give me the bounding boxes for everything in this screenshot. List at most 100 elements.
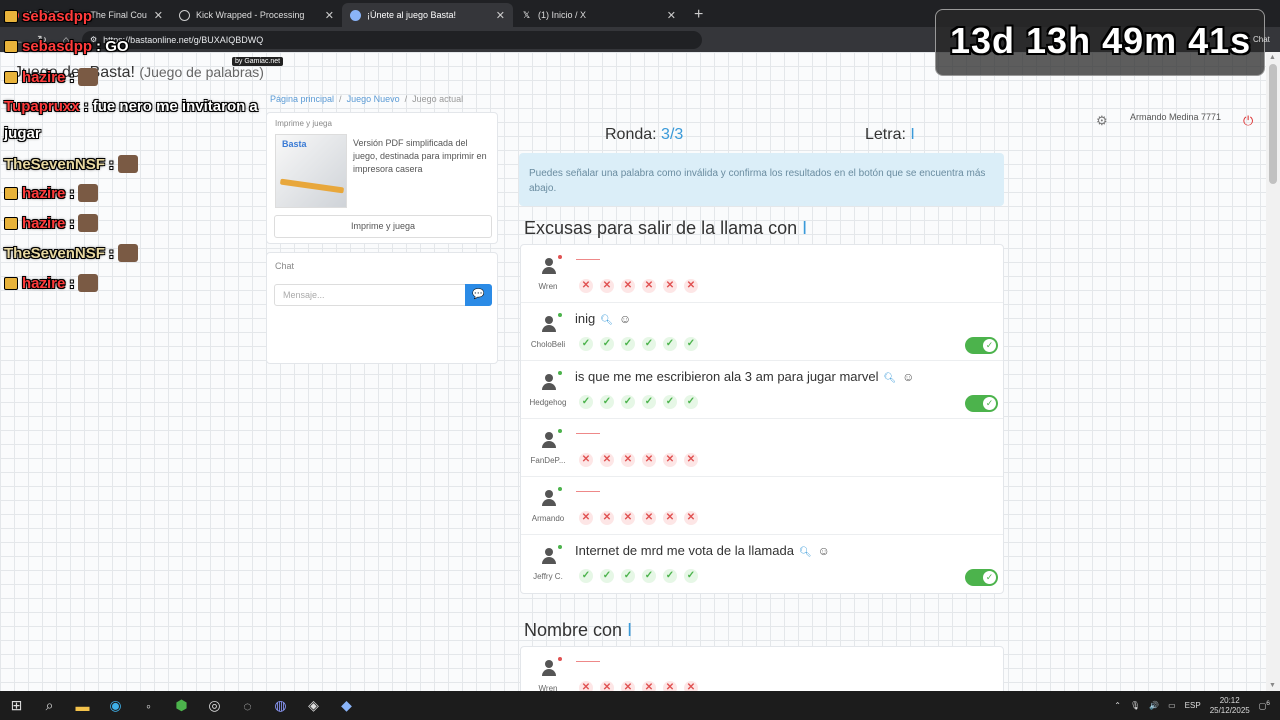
cross-icon[interactable]: ✕	[579, 279, 593, 293]
search-icon[interactable]: 🔍︎	[600, 315, 613, 326]
cross-icon[interactable]: ✕	[663, 681, 677, 691]
check-icon[interactable]: ✓	[579, 569, 593, 583]
app-icon[interactable]: ⬢	[165, 697, 198, 714]
tab-x[interactable]: 𝕏 (1) Inicio / X ✕	[513, 3, 684, 27]
search-icon[interactable]: 🔍︎	[799, 547, 812, 558]
chat-username: jugar	[4, 125, 41, 142]
close-icon[interactable]: ✕	[667, 9, 676, 22]
cross-icon[interactable]: ✕	[621, 511, 635, 525]
print-description: Versión PDF simplificada del juego, dest…	[353, 138, 487, 174]
round-value: 3/3	[661, 126, 684, 143]
close-icon[interactable]: ✕	[496, 9, 505, 22]
check-icon[interactable]: ✓	[600, 337, 614, 351]
app-icon[interactable]: ◦	[132, 698, 165, 714]
cross-icon[interactable]: ✕	[621, 279, 635, 293]
overlay-chat-message: sebasdpp	[4, 8, 96, 25]
file-explorer-icon[interactable]: ▬	[66, 698, 99, 714]
cross-icon[interactable]: ✕	[642, 279, 656, 293]
search-icon[interactable]: ⌕	[33, 697, 66, 714]
emoji-reaction-icon[interactable]: ☺	[818, 544, 830, 558]
check-icon[interactable]: ✓	[684, 569, 698, 583]
cross-icon[interactable]: ✕	[600, 453, 614, 467]
cross-icon[interactable]: ✕	[579, 453, 593, 467]
cross-icon[interactable]: ✕	[642, 453, 656, 467]
check-icon[interactable]: ✓	[621, 569, 635, 583]
breadcrumb-new-game[interactable]: Juego Nuevo	[347, 94, 400, 104]
edge-icon[interactable]: ◉	[99, 697, 132, 714]
cross-icon[interactable]: ✕	[684, 681, 698, 691]
notification-icon[interactable]: ▢6	[1259, 700, 1270, 711]
answer-row: Armando ✕ ✕ ✕ ✕ ✕ ✕	[521, 477, 1003, 535]
check-icon[interactable]: ✓	[600, 395, 614, 409]
language-indicator[interactable]: ESP	[1185, 701, 1201, 710]
cross-icon[interactable]: ✕	[663, 453, 677, 467]
power-icon[interactable]: ⏻	[1243, 113, 1253, 129]
chat-username: hazire	[22, 184, 66, 202]
cross-icon[interactable]: ✕	[600, 511, 614, 525]
app-icon[interactable]: ◎	[198, 697, 231, 714]
volume-icon[interactable]: 🔊	[1149, 701, 1159, 710]
check-icon[interactable]: ✓	[621, 337, 635, 351]
answer-text: inig	[575, 311, 596, 326]
send-message-button[interactable]: 💬	[465, 284, 492, 306]
check-icon[interactable]: ✓	[579, 395, 593, 409]
scrollbar-thumb[interactable]	[1269, 64, 1277, 184]
chat-message-text: :	[69, 274, 75, 292]
cross-icon[interactable]: ✕	[579, 511, 593, 525]
scroll-up-icon[interactable]: ▲	[1269, 54, 1276, 61]
discord-icon[interactable]: ◍	[264, 697, 297, 714]
cross-icon[interactable]: ✕	[663, 279, 677, 293]
cross-icon[interactable]: ✕	[684, 279, 698, 293]
cross-icon[interactable]: ✕	[600, 681, 614, 691]
check-icon[interactable]: ✓	[663, 337, 677, 351]
search-icon[interactable]: 🔍︎	[883, 373, 896, 384]
new-tab-button[interactable]: +	[694, 3, 703, 27]
vote-marks: ✓ ✓ ✓ ✓ ✓ ✓	[579, 569, 698, 583]
valid-toggle[interactable]: ✓	[965, 395, 998, 412]
emoji-reaction-icon[interactable]: ☺	[619, 312, 631, 326]
letter-indicator: Letra: I	[865, 126, 915, 144]
chat-message-text: :	[69, 214, 75, 232]
check-icon[interactable]: ✓	[663, 569, 677, 583]
check-icon[interactable]: ✓	[663, 395, 677, 409]
cross-icon[interactable]: ✕	[579, 681, 593, 691]
gear-icon[interactable]: ⚙	[1096, 113, 1108, 129]
check-icon[interactable]: ✓	[642, 337, 656, 351]
check-icon[interactable]: ✓	[600, 569, 614, 583]
cross-icon[interactable]: ✕	[642, 511, 656, 525]
windows-start-icon[interactable]: ⊞	[0, 697, 33, 714]
page-scrollbar[interactable]: ▲ ▼	[1266, 52, 1280, 691]
chevron-up-icon[interactable]: ⌃	[1114, 701, 1121, 710]
check-icon[interactable]: ✓	[684, 337, 698, 351]
valid-toggle[interactable]: ✓	[965, 569, 998, 586]
subscriber-badge-icon	[4, 40, 18, 53]
steam-icon[interactable]: ◆	[330, 697, 363, 714]
breadcrumb-current: Juego actual	[412, 94, 464, 104]
scroll-down-icon[interactable]: ▼	[1269, 682, 1276, 689]
emoji-reaction-icon[interactable]: ☺	[902, 370, 914, 384]
chat-username: TheSevenNSF	[4, 155, 105, 173]
cross-icon[interactable]: ✕	[621, 453, 635, 467]
cross-icon[interactable]: ✕	[663, 511, 677, 525]
clock-date: 25/12/2025	[1209, 705, 1250, 715]
clock[interactable]: 20:12 25/12/2025	[1210, 696, 1250, 716]
valid-toggle[interactable]: ✓	[965, 337, 998, 354]
tab-basta[interactable]: ¡Únete al juego Basta! ✕	[342, 3, 513, 27]
microphone-icon[interactable]: 🎙	[1130, 701, 1140, 710]
check-icon[interactable]: ✓	[579, 337, 593, 351]
check-icon[interactable]: ✓	[642, 395, 656, 409]
chat-message-text: : GO	[96, 38, 129, 55]
app-icon[interactable]: ◌	[231, 698, 264, 714]
status-dot	[558, 371, 562, 375]
cross-icon[interactable]: ✕	[600, 279, 614, 293]
app-icon[interactable]: ◈	[297, 697, 330, 714]
network-icon[interactable]: ▭	[1168, 701, 1176, 710]
vote-marks: ✓ ✓ ✓ ✓ ✓ ✓	[579, 337, 698, 351]
cross-icon[interactable]: ✕	[684, 453, 698, 467]
cross-icon[interactable]: ✕	[642, 681, 656, 691]
check-icon[interactable]: ✓	[642, 569, 656, 583]
cross-icon[interactable]: ✕	[621, 681, 635, 691]
check-icon[interactable]: ✓	[684, 395, 698, 409]
cross-icon[interactable]: ✕	[684, 511, 698, 525]
check-icon[interactable]: ✓	[621, 395, 635, 409]
